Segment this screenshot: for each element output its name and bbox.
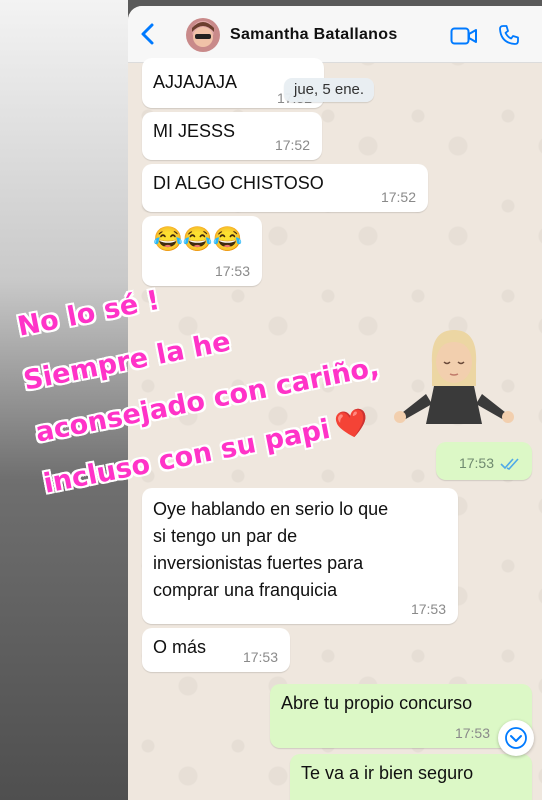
outgoing-message[interactable]: Abre tu propio concurso 17:53 — [270, 684, 532, 748]
incoming-message[interactable]: O más 17:53 — [142, 628, 290, 672]
message-text: AJJAJAJA — [153, 72, 238, 92]
video-call-icon[interactable] — [450, 26, 478, 46]
message-time: 17:53 — [458, 455, 494, 471]
memoji-sticker[interactable] — [390, 324, 518, 434]
avatar-face-icon — [192, 22, 214, 47]
date-chip: jue, 5 ene. — [284, 78, 375, 102]
contact-avatar[interactable] — [186, 18, 220, 52]
message-text: O más — [153, 637, 207, 657]
message-text: Oye hablando en serio lo que si tengo un… — [153, 499, 389, 600]
message-text: DI ALGO CHISTOSO — [153, 173, 324, 193]
emoji-text: 😂😂😂 — [153, 226, 243, 253]
heart-icon: ❤️ — [332, 406, 372, 444]
message-time: 17:53 — [214, 263, 250, 279]
incoming-message[interactable]: DI ALGO CHISTOSO 17:52 — [142, 164, 428, 212]
outgoing-message[interactable]: 17:53 — [436, 442, 532, 480]
message-time: 17:52 — [380, 189, 416, 205]
incoming-emoji-message[interactable]: 😂😂😂 17:53 — [142, 216, 262, 286]
incoming-message[interactable]: MI JESSS 17:52 — [142, 112, 322, 160]
incoming-message[interactable]: Oye hablando en serio lo que si tengo un… — [142, 488, 458, 624]
message-time: 17:53 — [410, 601, 446, 617]
scroll-to-bottom-button[interactable] — [498, 720, 534, 756]
message-time: 17:53 — [454, 725, 490, 741]
message-time: 17:53 — [242, 649, 278, 665]
outgoing-message[interactable]: Te va a ir bien seguro — [290, 754, 532, 800]
scroll-down-icon — [505, 727, 527, 749]
message-time: 17:52 — [274, 137, 310, 153]
double-check-icon — [500, 458, 519, 470]
message-text: Abre tu propio concurso — [281, 693, 473, 713]
contact-name[interactable]: Samantha Batallanos — [230, 26, 398, 44]
phone-call-icon[interactable] — [498, 24, 520, 46]
back-chevron-icon[interactable] — [138, 22, 158, 46]
chat-header: Samantha Batallanos — [128, 6, 542, 63]
blurred-background — [0, 0, 128, 800]
message-text: MI JESSS — [153, 121, 236, 141]
message-text: Te va a ir bien seguro — [301, 763, 474, 783]
